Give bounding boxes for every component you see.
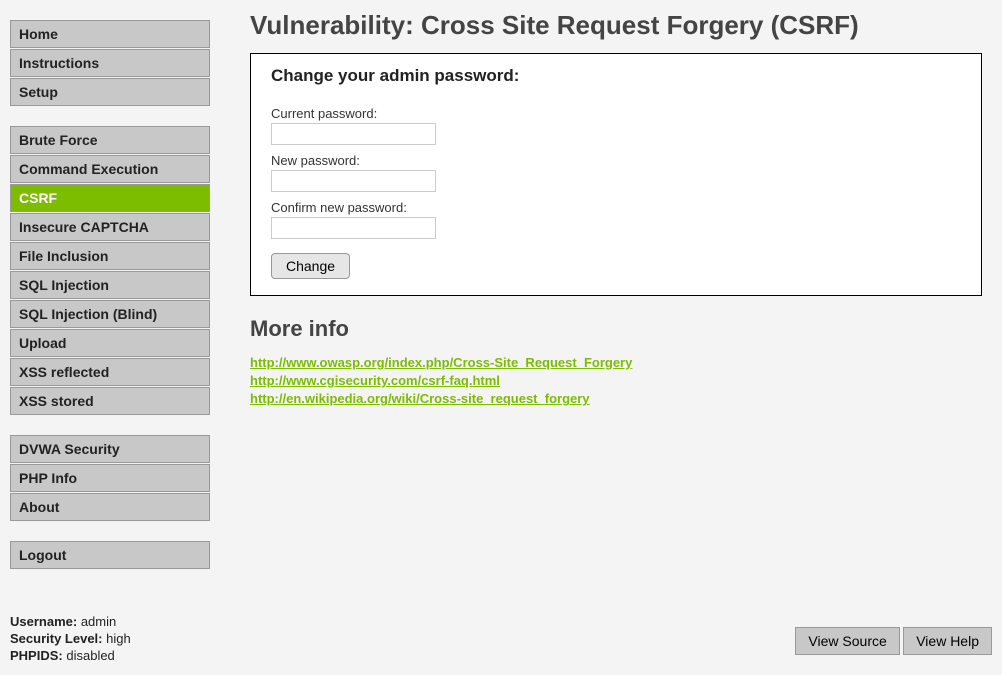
form-title: Change your admin password: <box>271 66 961 86</box>
new-password-label: New password: <box>271 153 961 168</box>
current-password-field: Current password: <box>271 106 961 145</box>
status-footer: Username: admin Security Level: high PHP… <box>10 614 131 665</box>
page-title: Vulnerability: Cross Site Request Forger… <box>250 10 982 41</box>
phpids-value: disabled <box>66 648 114 663</box>
nav-item-upload[interactable]: Upload <box>10 329 210 357</box>
nav-item-sql-injection[interactable]: SQL Injection <box>10 271 210 299</box>
action-footer: View Source View Help <box>796 627 992 655</box>
nav-item-logout[interactable]: Logout <box>10 541 210 569</box>
sidebar: HomeInstructionsSetup Brute ForceCommand … <box>10 20 210 589</box>
nav-item-instructions[interactable]: Instructions <box>10 49 210 77</box>
new-password-field: New password: <box>271 153 961 192</box>
change-button[interactable]: Change <box>271 253 350 279</box>
current-password-label: Current password: <box>271 106 961 121</box>
nav-group: HomeInstructionsSetup <box>10 20 210 106</box>
nav-item-home[interactable]: Home <box>10 20 210 48</box>
nav-item-insecure-captcha[interactable]: Insecure CAPTCHA <box>10 213 210 241</box>
nav-item-php-info[interactable]: PHP Info <box>10 464 210 492</box>
confirm-password-field: Confirm new password: <box>271 200 961 239</box>
current-password-input[interactable] <box>271 123 436 145</box>
nav-item-sql-injection-blind-[interactable]: SQL Injection (Blind) <box>10 300 210 328</box>
info-link[interactable]: http://en.wikipedia.org/wiki/Cross-site_… <box>250 390 982 408</box>
phpids-label: PHPIDS: <box>10 648 63 663</box>
info-link[interactable]: http://www.cgisecurity.com/csrf-faq.html <box>250 372 982 390</box>
confirm-password-input[interactable] <box>271 217 436 239</box>
username-label: Username: <box>10 614 77 629</box>
nav-item-brute-force[interactable]: Brute Force <box>10 126 210 154</box>
security-level-label: Security Level: <box>10 631 103 646</box>
info-link[interactable]: http://www.owasp.org/index.php/Cross-Sit… <box>250 354 982 372</box>
main-content: Vulnerability: Cross Site Request Forger… <box>210 20 1002 589</box>
nav-group: Brute ForceCommand ExecutionCSRFInsecure… <box>10 126 210 415</box>
view-help-button[interactable]: View Help <box>903 627 992 655</box>
nav-item-xss-stored[interactable]: XSS stored <box>10 387 210 415</box>
nav-item-about[interactable]: About <box>10 493 210 521</box>
nav-item-setup[interactable]: Setup <box>10 78 210 106</box>
confirm-password-label: Confirm new password: <box>271 200 961 215</box>
new-password-input[interactable] <box>271 170 436 192</box>
nav-item-xss-reflected[interactable]: XSS reflected <box>10 358 210 386</box>
view-source-button[interactable]: View Source <box>795 627 899 655</box>
security-level-value: high <box>106 631 131 646</box>
change-password-panel: Change your admin password: Current pass… <box>250 53 982 296</box>
nav-item-file-inclusion[interactable]: File Inclusion <box>10 242 210 270</box>
more-info-title: More info <box>250 316 982 342</box>
nav-item-command-execution[interactable]: Command Execution <box>10 155 210 183</box>
info-links: http://www.owasp.org/index.php/Cross-Sit… <box>250 354 982 409</box>
username-value: admin <box>81 614 116 629</box>
nav-group: DVWA SecurityPHP InfoAbout <box>10 435 210 521</box>
nav-group: Logout <box>10 541 210 569</box>
nav-item-dvwa-security[interactable]: DVWA Security <box>10 435 210 463</box>
nav-item-csrf[interactable]: CSRF <box>10 184 210 212</box>
